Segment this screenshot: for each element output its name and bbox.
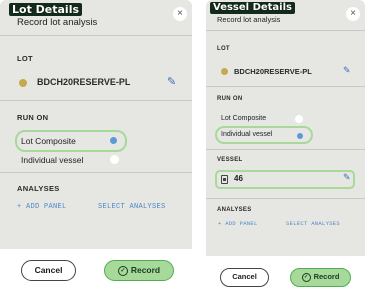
run-on-section-label: RUN ON [17,113,49,122]
lot-section-label: LOT [217,46,230,52]
vessel-section-label: VESSEL [217,157,243,163]
tank-icon [221,175,228,184]
divider [206,149,365,150]
lot-name: BDCH20RESERVE-PL [37,77,131,87]
option-lot-composite[interactable]: Lot Composite [221,115,266,122]
select-analyses-link[interactable]: SELECT ANALYSES [286,220,340,227]
lot-section-label: LOT [17,54,33,63]
radio-unselected-icon[interactable] [110,155,119,164]
check-circle-icon: ✓ [301,272,311,282]
select-analyses-link[interactable]: SELECT ANALYSES [98,203,166,211]
record-button[interactable]: ✓ Record [104,260,174,281]
add-panel-link[interactable]: + ADD PANEL [17,203,67,211]
vessel-details-dialog: Vessel Details × Record lot analysis LOT… [206,0,365,303]
edit-vessel-pencil-icon[interactable]: ✎ [343,172,351,183]
divider [0,100,192,101]
run-on-section-label: RUN ON [217,96,243,102]
option-individual-vessel[interactable]: Individual vessel [21,155,83,165]
add-panel-link[interactable]: + ADD PANEL [218,220,258,227]
option-lot-composite[interactable]: Lot Composite [21,136,76,146]
divider [206,30,365,31]
lot-color-dot-icon [221,68,228,75]
dialog-title: Record lot analysis [217,15,281,24]
divider [206,198,365,199]
analyses-section-label: ANALYSES [217,207,252,213]
dialog-title: Record lot analysis [17,17,98,28]
radio-selected-icon[interactable] [110,137,117,144]
lot-details-dialog: Lot Details × Record lot analysis LOT BD… [0,0,192,303]
edit-lot-pencil-icon[interactable]: ✎ [343,65,351,76]
radio-unselected-icon[interactable] [295,115,303,123]
cancel-button[interactable]: Cancel [220,268,269,287]
vessel-value[interactable]: 46 [234,174,243,183]
panel-caption: Vessel Details [210,2,295,14]
check-circle-icon: ✓ [117,265,128,276]
close-icon[interactable]: × [346,7,360,21]
divider [0,35,192,36]
lot-name: BDCH20RESERVE-PL [234,67,312,76]
edit-lot-pencil-icon[interactable]: ✎ [167,75,176,88]
divider [0,172,192,173]
option-individual-vessel[interactable]: Individual vessel [221,131,272,138]
panel-caption: Lot Details [9,3,83,16]
record-button-label: Record [130,265,161,275]
record-button-label: Record [313,272,340,281]
divider [206,86,365,87]
analyses-section-label: ANALYSES [17,184,60,193]
cancel-button[interactable]: Cancel [21,260,76,281]
lot-color-dot-icon [19,79,27,87]
record-button[interactable]: ✓ Record [290,268,351,287]
radio-selected-icon[interactable] [297,133,303,139]
close-icon[interactable]: × [173,7,187,21]
